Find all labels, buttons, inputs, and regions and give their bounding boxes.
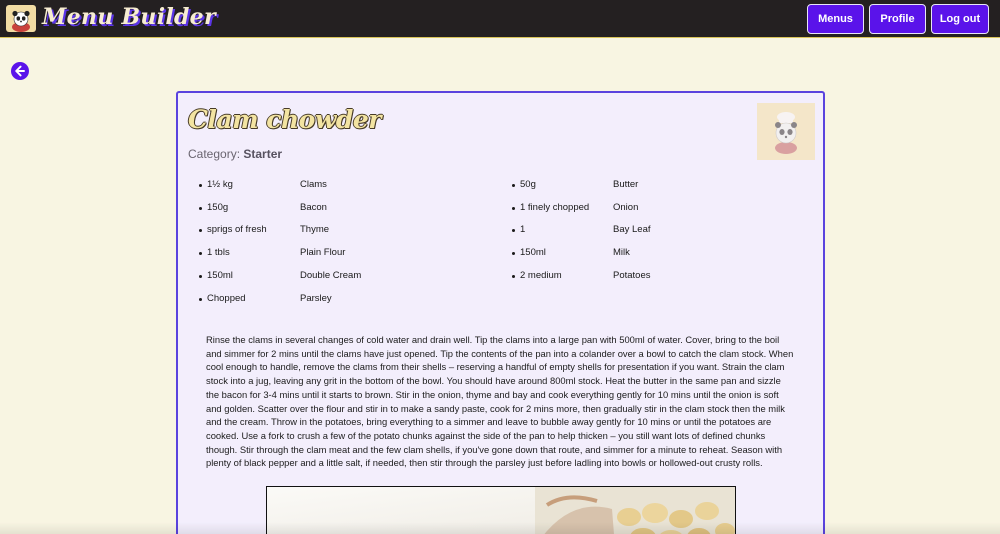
panda-chef-icon — [757, 103, 815, 160]
panda-logo-icon[interactable] — [6, 5, 36, 32]
menus-button[interactable]: Menus — [807, 4, 864, 34]
page-bottom-fade — [0, 522, 1000, 534]
recipe-category: Category: Starter — [188, 147, 282, 161]
brand-title[interactable]: Menu Builder — [42, 4, 216, 30]
logout-button[interactable]: Log out — [931, 4, 989, 34]
recipe-thumbnail — [757, 103, 815, 160]
recipe-title: Clam chowder — [188, 105, 381, 134]
category-label: Category: — [188, 147, 241, 161]
category-value: Starter — [243, 147, 283, 161]
ingredient-list-left: 1½ kg Clams 150g Bacon sprigs of fresh Thym… — [199, 179, 499, 319]
top-navbar: Menu Builder Menus Profile Log out — [0, 0, 1000, 38]
profile-button[interactable]: Profile — [869, 4, 926, 34]
back-button[interactable] — [11, 62, 29, 80]
recipe-card: Clam chowder Category: Starter 1½ kg Clam… — [176, 91, 825, 534]
ingredient-list-right: 50g Butter 1 finely chopped Onion 1 Bay Lea… — [512, 179, 812, 319]
method-text: Rinse the clams in several changes of co… — [206, 334, 794, 469]
arrow-left-circle-icon — [11, 62, 29, 80]
